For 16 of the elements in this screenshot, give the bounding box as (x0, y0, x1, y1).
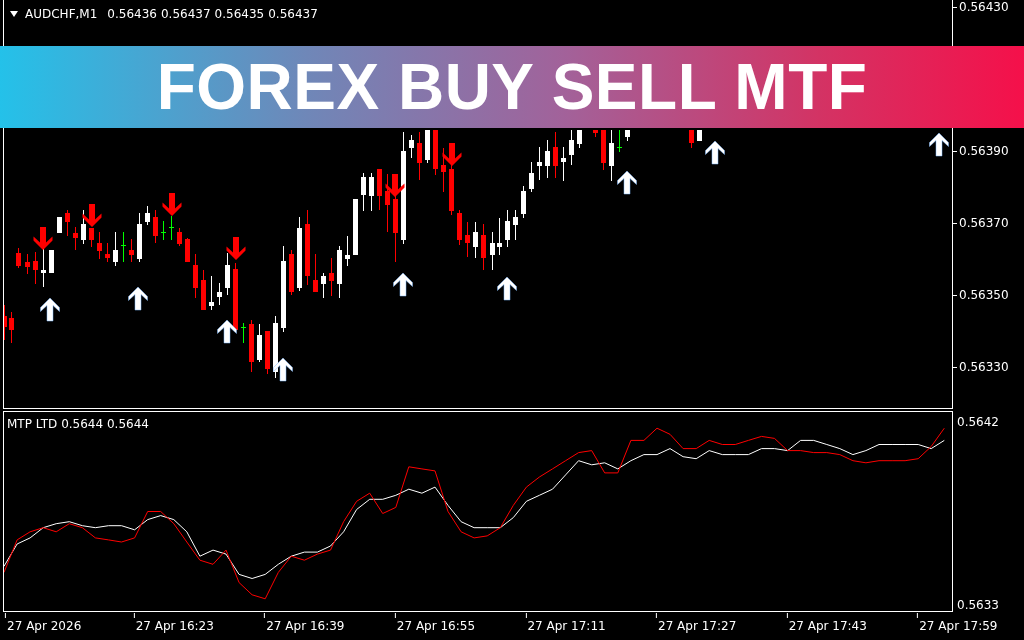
time-label: 27 Apr 16:23 (133, 613, 214, 633)
time-label: 27 Apr 17:11 (525, 613, 606, 633)
price-label: 0.5642 (957, 415, 999, 430)
price-label: 0.56390 (953, 144, 1009, 158)
time-label: 27 Apr 17:43 (786, 613, 867, 633)
price-label: 0.56430 (953, 0, 1009, 14)
price-label: 0.56370 (953, 216, 1009, 230)
price-label: 0.56330 (953, 360, 1009, 374)
time-label: 27 Apr 16:55 (394, 613, 476, 633)
price-label: 0.5633 (957, 597, 999, 612)
indicator-title: MTP LTD 0.5644 0.5644 (7, 417, 149, 431)
time-label: 27 Apr 17:59 (917, 613, 998, 633)
time-label: 27 Apr 16:39 (264, 613, 345, 633)
time-label: 27 Apr 2026 (5, 613, 82, 633)
price-label: 0.56350 (953, 288, 1009, 302)
time-label: 27 Apr 17:27 (656, 613, 737, 633)
